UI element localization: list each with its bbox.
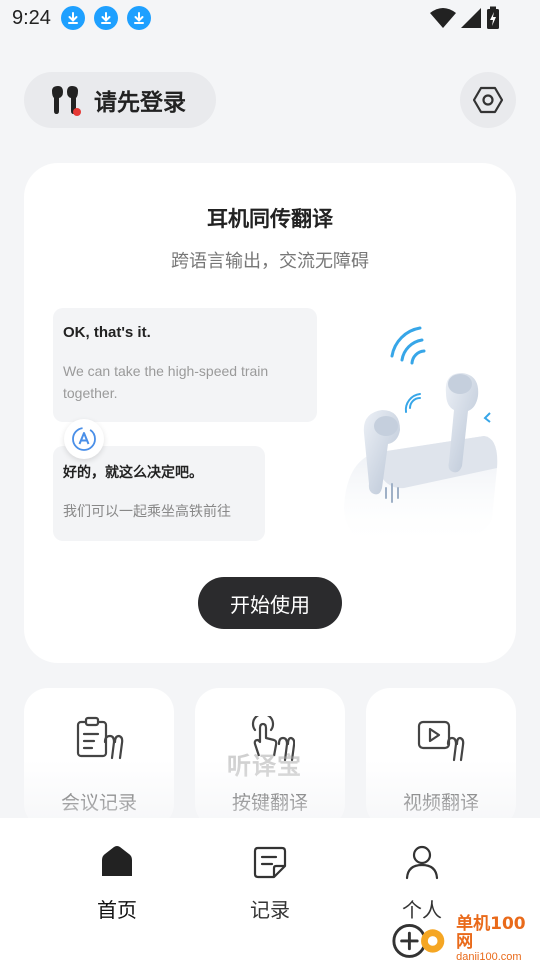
translate-icon — [64, 419, 104, 459]
site-logo-url: danji100.com — [456, 951, 522, 960]
feature-watermark: 听译宝 — [227, 752, 302, 780]
chinese-message-main: 好的，就这么决定吧。 — [63, 465, 203, 481]
video-translate-icon — [417, 720, 465, 762]
meeting-clipboard-icon — [76, 716, 124, 760]
earbuds-case-illustration — [344, 326, 498, 548]
site-logo-icon — [392, 923, 445, 958]
home-icon — [102, 846, 132, 876]
settings-button[interactable] — [460, 72, 516, 128]
nav-profile[interactable]: 个人 — [377, 844, 467, 923]
feature-meeting-record[interactable]: 会议记录 — [24, 688, 174, 828]
battery-charging-icon — [487, 6, 499, 29]
feature-label: 按键翻译 — [231, 792, 308, 814]
card-subtitle: 跨语言输出，交流无障碍 — [171, 251, 369, 272]
start-button[interactable]: 开始使用 — [198, 577, 342, 629]
nav-label: 首页 — [97, 898, 137, 922]
login-label: 请先登录 — [94, 90, 186, 116]
wifi-icon — [430, 8, 456, 28]
download-icon — [93, 6, 118, 30]
settings-icon — [473, 86, 503, 114]
site-watermark-logo: 单机100网 danji100.com — [390, 915, 540, 960]
english-message-sub: We can take the high-speed train togethe… — [63, 363, 269, 401]
feature-press-key-translate[interactable]: 听译宝 按键翻译 — [195, 688, 345, 828]
person-icon — [405, 845, 439, 880]
login-button[interactable]: 请先登录 — [24, 72, 216, 128]
status-bar: 9:24 — [0, 0, 540, 36]
earbuds-icon — [48, 83, 82, 117]
nav-records[interactable]: 记录 — [225, 844, 315, 923]
nav-home[interactable]: 首页 — [72, 844, 162, 923]
status-indicators — [430, 6, 500, 30]
chinese-message-bubble: 好的，就这么决定吧。 我们可以一起乘坐高铁前往 — [53, 446, 265, 541]
feature-video-translate[interactable]: 视频翻译 — [366, 688, 516, 828]
feature-label: 视频翻译 — [402, 792, 479, 814]
english-message-main: OK, that's it. — [63, 324, 151, 341]
records-icon — [253, 846, 287, 879]
signal-icon — [461, 8, 481, 28]
chinese-message-sub: 我们可以一起乘坐高铁前往 — [63, 504, 231, 520]
translation-hero-card: 耳机同传翻译 跨语言输出，交流无障碍 OK, that's it. We can… — [24, 163, 516, 663]
feature-label: 会议记录 — [60, 792, 137, 814]
nav-label: 记录 — [250, 898, 290, 922]
status-time: 9:24 — [12, 6, 51, 29]
download-icon — [60, 6, 85, 30]
card-title: 耳机同传翻译 — [207, 207, 333, 231]
site-logo-name: 单机100网 — [456, 914, 526, 952]
english-message-bubble: OK, that's it. We can take the high-spee… — [53, 308, 317, 422]
download-icon — [126, 6, 151, 30]
